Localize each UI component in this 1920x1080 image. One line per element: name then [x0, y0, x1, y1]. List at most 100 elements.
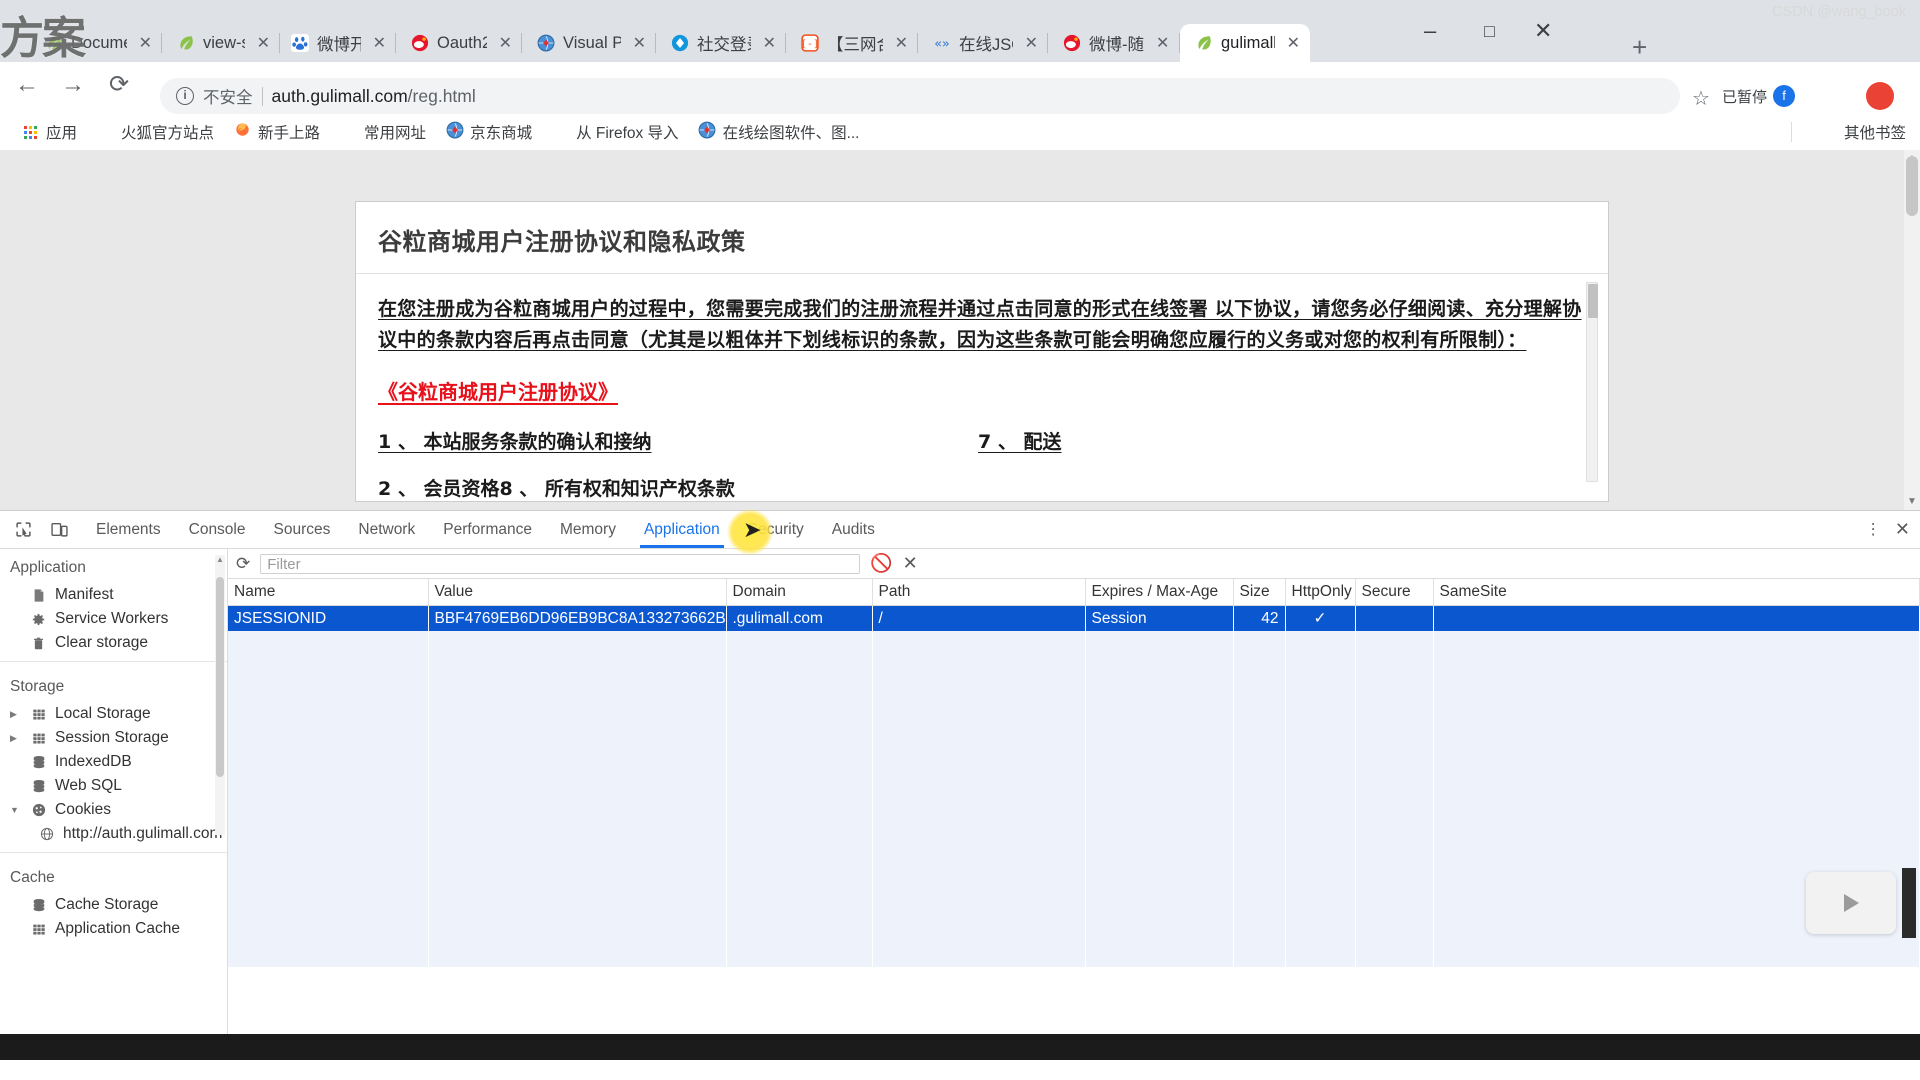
- tab-close-icon[interactable]: ✕: [763, 33, 776, 53]
- bookmark-item[interactable]: 应用: [12, 118, 87, 146]
- cookie-column-header[interactable]: Expires / Max-Age: [1085, 579, 1234, 606]
- cookie-empty-cell: [1285, 799, 1356, 823]
- sidebar-scroll-up-icon[interactable]: ▲: [216, 555, 224, 564]
- browser-tab[interactable]: 微博开放 ✕: [276, 24, 396, 62]
- sidebar-item-cache-storage[interactable]: Cache Storage: [0, 893, 227, 917]
- inner-scrollbar-thumb[interactable]: [1588, 284, 1598, 318]
- cookie-domain: .gulimall.com: [726, 605, 873, 631]
- bookmark-star-icon[interactable]: ☆: [1692, 86, 1710, 111]
- clear-filter-icon[interactable]: 🚫: [870, 553, 892, 574]
- bookmark-item[interactable]: 火狐官方站点: [87, 118, 224, 146]
- tab-close-icon[interactable]: ✕: [895, 33, 908, 53]
- cookie-column-header[interactable]: Value: [428, 579, 727, 606]
- sidebar-item-web-sql[interactable]: Web SQL: [0, 774, 227, 798]
- cookie-column-header[interactable]: Path: [872, 579, 1086, 606]
- page-scrollbar-thumb[interactable]: [1906, 156, 1918, 216]
- other-bookmarks-button[interactable]: 其他书签: [1836, 121, 1906, 143]
- sidebar-item-label: Manifest: [55, 586, 114, 603]
- scroll-down-icon[interactable]: ▼: [1907, 496, 1917, 507]
- forward-button[interactable]: →: [58, 70, 88, 100]
- disclosure-triangle-icon[interactable]: ▶: [10, 733, 22, 744]
- back-button[interactable]: ←: [12, 70, 42, 100]
- devtools-tab-audits[interactable]: Audits: [818, 511, 889, 548]
- cookie-column-header[interactable]: Size: [1233, 579, 1286, 606]
- disclosure-triangle-icon[interactable]: ▼: [10, 805, 22, 815]
- bookmark-item[interactable]: 新手上路: [224, 118, 330, 146]
- devtools-close-icon[interactable]: ✕: [1895, 519, 1910, 540]
- cookie-row[interactable]: JSESSIONID BBF4769EB6DD96EB9BC8A133273662…: [228, 605, 1920, 631]
- browser-tab[interactable]: gulimall ✕: [1180, 24, 1310, 62]
- browser-tab[interactable]: [-] 【三网合 ✕: [786, 24, 918, 62]
- browser-tab[interactable]: Oauth2/ ✕: [396, 24, 522, 62]
- sidebar-item-cookies[interactable]: ▼ Cookies: [0, 798, 227, 822]
- bookmark-item[interactable]: 京东商城: [436, 118, 542, 146]
- sidebar-scrollbar-thumb[interactable]: [216, 577, 224, 777]
- cookie-column-header[interactable]: Name: [228, 579, 429, 606]
- bookmark-item[interactable]: 常用网址: [330, 118, 436, 146]
- devtools-tab-console[interactable]: Console: [175, 511, 260, 548]
- browser-tab[interactable]: 社交登录 ✕: [656, 24, 786, 62]
- tab-close-icon[interactable]: ✕: [1025, 33, 1038, 53]
- cookie-column-header[interactable]: Secure: [1355, 579, 1434, 606]
- address-bar[interactable]: i 不安全 auth.gulimall.com/reg.html: [160, 78, 1680, 114]
- page-scrollbar[interactable]: ▲ ▼: [1904, 150, 1920, 510]
- sidebar-item-session-storage[interactable]: ▶ Session Storage: [0, 726, 227, 750]
- refresh-icon[interactable]: ⟳: [236, 554, 250, 574]
- sidebar-item-local-storage[interactable]: ▶ Local Storage: [0, 702, 227, 726]
- tab-close-icon[interactable]: ✕: [373, 33, 386, 53]
- inner-scrollbar[interactable]: [1586, 282, 1598, 482]
- tab-close-icon[interactable]: ✕: [1287, 33, 1300, 53]
- browser-tab[interactable]: «» 在线JSO ✕: [918, 24, 1048, 62]
- filter-input[interactable]: Filter: [260, 553, 861, 574]
- sidebar-item-manifest[interactable]: Manifest: [0, 583, 227, 607]
- device-toolbar-icon[interactable]: [46, 517, 72, 543]
- sidebar-item-application-cache[interactable]: Application Cache: [0, 917, 227, 941]
- tab-close-icon[interactable]: ✕: [257, 33, 270, 53]
- tab-close-icon[interactable]: ✕: [1156, 33, 1169, 53]
- agreement-link[interactable]: 《谷粒商城用户注册协议》: [378, 376, 1584, 405]
- bookmark-item[interactable]: 在线绘图软件、图...: [689, 118, 870, 146]
- watermark-overlay-text: 方案: [0, 13, 86, 64]
- devtools-tab-elements[interactable]: Elements: [82, 511, 175, 548]
- reload-button[interactable]: ⟳: [104, 70, 134, 100]
- sidebar-item-indexeddb[interactable]: IndexedDB: [0, 750, 227, 774]
- sidebar-item-service-workers[interactable]: Service Workers: [0, 607, 227, 631]
- window-maximize-button[interactable]: □: [1484, 21, 1495, 42]
- devtools-tab-sources[interactable]: Sources: [260, 511, 345, 548]
- cookie-empty-cell: [1355, 727, 1434, 751]
- toc-item-2[interactable]: 2 、 会员资格: [378, 474, 499, 501]
- tab-close-icon[interactable]: ✕: [139, 33, 152, 53]
- devtools-more-icon[interactable]: ⋮: [1865, 520, 1881, 539]
- site-info-icon[interactable]: i: [176, 87, 194, 105]
- devtools-tab-performance[interactable]: Performance: [429, 511, 546, 548]
- toc-item-1[interactable]: 1 、 本站服务条款的确认和接纳: [378, 427, 978, 454]
- browser-tab[interactable]: 微博-随 ✕: [1048, 24, 1180, 62]
- bookmark-item[interactable]: 从 Firefox 导入: [542, 118, 688, 146]
- devtools-tab-memory[interactable]: Memory: [546, 511, 630, 548]
- tab-close-icon[interactable]: ✕: [633, 33, 646, 53]
- devtools-tab-application[interactable]: Application: [630, 511, 734, 548]
- cookie-empty-row: [228, 775, 1920, 799]
- disclosure-triangle-icon[interactable]: ▶: [10, 709, 22, 720]
- window-minimize-button[interactable]: –: [1424, 18, 1436, 44]
- window-close-button[interactable]: ✕: [1534, 18, 1552, 44]
- delete-cookies-icon[interactable]: ✕: [903, 553, 918, 574]
- sidebar-item-clear-storage[interactable]: Clear storage: [0, 631, 227, 655]
- sidebar-item-cookies-origin[interactable]: http://auth.gulimall.com: [0, 822, 227, 846]
- cookie-column-header[interactable]: HttpOnly: [1285, 579, 1356, 606]
- toc-item-7[interactable]: 7 、 配送: [978, 427, 1061, 454]
- devtools-tab-network[interactable]: Network: [344, 511, 429, 548]
- cookie-column-header[interactable]: Domain: [726, 579, 873, 606]
- cookie-column-header[interactable]: SameSite: [1433, 579, 1920, 606]
- tab-close-icon[interactable]: ✕: [499, 33, 512, 53]
- new-tab-button[interactable]: +: [1632, 32, 1647, 63]
- play-icon[interactable]: [1843, 894, 1859, 912]
- sync-paused-badge[interactable]: 已暂停 f: [1722, 83, 1796, 109]
- profile-avatar[interactable]: [1866, 82, 1894, 110]
- browser-tab[interactable]: Visual P ✕: [522, 24, 656, 62]
- browser-tab[interactable]: view-sou ✕: [162, 24, 280, 62]
- floating-player-widget[interactable]: [1806, 872, 1896, 934]
- toc-item-8[interactable]: 8 、 所有权和知识产权条款: [499, 474, 734, 501]
- inspect-cursor-icon[interactable]: [10, 517, 36, 543]
- sidebar-scrollbar[interactable]: ▲: [215, 555, 225, 835]
